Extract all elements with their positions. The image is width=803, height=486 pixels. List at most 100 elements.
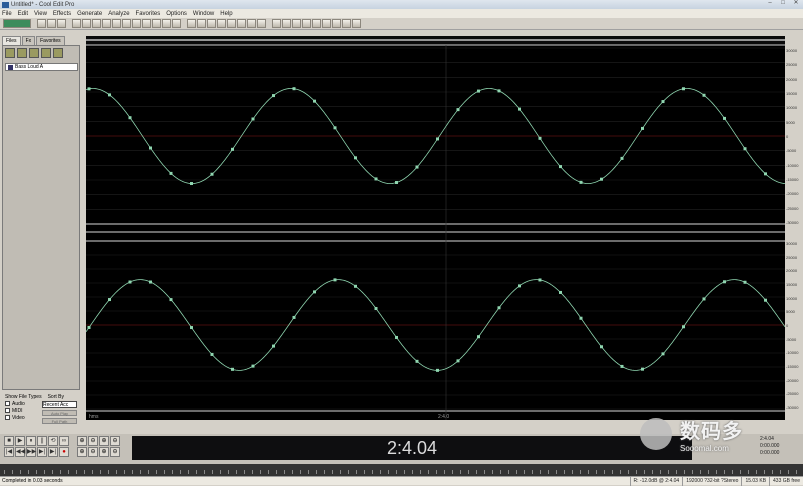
menu-file[interactable]: File (2, 11, 12, 17)
tool-4-button[interactable] (217, 19, 226, 28)
record-button[interactable]: ● (59, 447, 69, 457)
video-label: Video (12, 414, 25, 421)
play-button[interactable]: ▶ (15, 436, 25, 446)
cut-button[interactable] (92, 19, 101, 28)
view-1-button[interactable] (272, 19, 281, 28)
mix-paste-button[interactable] (122, 19, 131, 28)
import-file-icon[interactable] (17, 48, 27, 58)
copy-button[interactable] (102, 19, 111, 28)
video-checkbox[interactable] (5, 415, 10, 420)
tool-5-button[interactable] (227, 19, 236, 28)
window-title: Untitled* - Cool Edit Pro (11, 1, 75, 8)
channel-2-waveform-sample-point (477, 335, 480, 339)
zoom-selection-icon[interactable]: ⊖ (110, 436, 120, 446)
midi-checkbox[interactable] (5, 408, 10, 413)
menu-effects[interactable]: Effects (53, 11, 71, 17)
open-button[interactable] (47, 19, 56, 28)
menu-window[interactable]: Window (193, 11, 214, 17)
silence-button[interactable] (142, 19, 151, 28)
zoom-vertical-out-icon[interactable]: ⊖ (110, 447, 120, 457)
zoom-full-icon[interactable]: ⊕ (99, 436, 109, 446)
loop-button[interactable] (162, 19, 171, 28)
channel-2-waveform-sample-point (538, 278, 542, 282)
tool-2-button[interactable] (197, 19, 206, 28)
play-to-end-button[interactable]: || (37, 436, 47, 446)
files-box: Bass Loud A (2, 45, 80, 390)
channel-2-waveform-sample-point (374, 307, 378, 311)
level-meter-ticks (4, 470, 799, 474)
view-2-button[interactable] (282, 19, 291, 28)
channel-2-amplitude-label: -10000 (786, 350, 799, 356)
tab-favorites[interactable]: Favorites (36, 36, 65, 45)
channel-2-waveform-sample-point (251, 364, 255, 368)
loop-mode-button[interactable]: ∞ (59, 436, 69, 446)
waveform-display[interactable]: hms 2:4.0 (85, 36, 786, 420)
stop-button[interactable]: ■ (4, 436, 14, 446)
menu-edit[interactable]: Edit (18, 11, 28, 17)
view-5-button[interactable] (312, 19, 321, 28)
menu-analyze[interactable]: Analyze (108, 11, 129, 17)
view-8-button[interactable] (342, 19, 351, 28)
edit-file-icon[interactable] (41, 48, 51, 58)
select-button[interactable] (152, 19, 161, 28)
channel-1-waveform-sample-point (661, 100, 665, 104)
next-button[interactable]: ▶| (48, 447, 58, 457)
amplitude-ruler: 30000 25000 20000 15000 10000 5000 0 -5000 -1000… (785, 36, 803, 420)
midi-label: MIDI (12, 407, 23, 414)
audio-checkbox[interactable] (5, 401, 10, 406)
zoom-in-icon[interactable]: ⊕ (77, 436, 87, 446)
view-6-button[interactable] (322, 19, 331, 28)
paste-button[interactable] (112, 19, 121, 28)
fast-forward-button[interactable]: ▶▶ (26, 447, 36, 457)
play-looped-button[interactable]: ⟲ (48, 436, 58, 446)
pause-button[interactable]: ⏸ (26, 436, 36, 446)
zoom-left-icon[interactable]: ⊕ (77, 447, 87, 457)
close-button[interactable]: ✕ (791, 0, 801, 7)
view-7-button[interactable] (332, 19, 341, 28)
go-to-end-button[interactable]: ▶| (37, 447, 47, 457)
channel-2-waveform-sample-point (313, 290, 316, 294)
zoom-right-icon[interactable]: ⊖ (88, 447, 98, 457)
maximize-button[interactable]: □ (778, 0, 788, 7)
menu-options[interactable]: Options (166, 11, 187, 17)
rewind-button[interactable]: ◀◀ (15, 447, 25, 457)
minimize-button[interactable]: – (765, 0, 775, 7)
channel-1-waveform-sample-point (333, 126, 337, 130)
save-button[interactable] (57, 19, 66, 28)
menu-generate[interactable]: Generate (77, 11, 102, 17)
new-button[interactable] (37, 19, 46, 28)
view-9-button[interactable] (352, 19, 361, 28)
tool-1-button[interactable] (187, 19, 196, 28)
menu-help[interactable]: Help (220, 11, 232, 17)
go-to-start-button[interactable]: |◀ (4, 447, 14, 457)
tool-6-button[interactable] (237, 19, 246, 28)
trim-button[interactable] (132, 19, 141, 28)
channel-1-waveform-sample-point (313, 99, 316, 103)
sort-by-select[interactable]: Recent Acc (42, 401, 77, 408)
zoom-vertical-in-icon[interactable]: ⊕ (99, 447, 109, 457)
channel-1-waveform-sample-point (210, 172, 214, 176)
open-file-icon[interactable] (5, 48, 15, 58)
multitrack-toggle-button[interactable] (3, 19, 31, 28)
tool-7-button[interactable] (247, 19, 256, 28)
channel-1-waveform-sample-point (620, 156, 624, 160)
waveform-svg[interactable]: hms 2:4.0 (85, 36, 786, 420)
view-4-button[interactable] (302, 19, 311, 28)
full-path-button[interactable]: Full Path (42, 418, 77, 424)
insert-file-icon[interactable] (53, 48, 63, 58)
view-3-button[interactable] (292, 19, 301, 28)
redo-button[interactable] (82, 19, 91, 28)
app-icon (2, 1, 9, 8)
tool-3-button[interactable] (207, 19, 216, 28)
menu-view[interactable]: View (34, 11, 47, 17)
file-list-item[interactable]: Bass Loud A (5, 63, 78, 71)
undo-button[interactable] (72, 19, 81, 28)
close-file-icon[interactable] (29, 48, 39, 58)
tab-effects[interactable]: Fx (21, 36, 36, 45)
tab-files[interactable]: Files (2, 36, 21, 45)
menu-favorites[interactable]: Favorites (136, 11, 161, 17)
tool-8-button[interactable] (257, 19, 266, 28)
marker-button[interactable] (172, 19, 181, 28)
auto-play-button[interactable]: Auto Play (42, 410, 77, 416)
zoom-out-icon[interactable]: ⊖ (88, 436, 98, 446)
